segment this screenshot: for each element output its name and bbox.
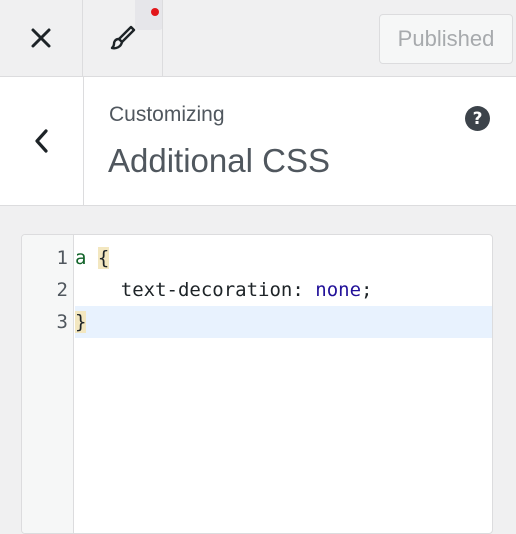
line-number: 1	[56, 247, 68, 269]
customizing-label: Customizing	[109, 103, 225, 126]
section-header: Customizing Additional CSS ?	[0, 77, 516, 206]
open-brace: {	[97, 247, 110, 269]
css-selector: a	[75, 247, 87, 269]
chevron-left-icon	[34, 129, 48, 153]
back-button[interactable]	[0, 77, 84, 205]
code-text[interactable]: }	[75, 306, 492, 338]
paintbrush-icon	[110, 25, 135, 50]
code-line[interactable]: 1 a {	[22, 242, 492, 274]
code-line[interactable]: 2 text-decoration: none;	[22, 274, 492, 306]
line-number: 2	[56, 279, 68, 301]
published-button[interactable]: Published	[379, 14, 513, 64]
close-brace: }	[75, 311, 87, 333]
help-icon[interactable]: ?	[465, 106, 490, 131]
close-icon	[31, 28, 51, 48]
semicolon: ;	[361, 279, 373, 301]
section-title: Additional CSS	[108, 142, 330, 179]
css-code-editor[interactable]: 1 a { 2 text-decoration: none; 3 }	[21, 234, 493, 534]
close-customizer-button[interactable]	[0, 0, 83, 76]
code-text[interactable]: text-decoration: none;	[75, 274, 492, 306]
code-text[interactable]: a {	[75, 242, 492, 274]
notification-dot	[151, 8, 159, 16]
css-value: none	[315, 279, 362, 301]
css-property: text-decoration:	[120, 279, 304, 301]
customizer-topbar: Published	[0, 0, 516, 77]
code-line-active[interactable]: 3 }	[22, 306, 492, 338]
line-number: 3	[56, 311, 68, 333]
